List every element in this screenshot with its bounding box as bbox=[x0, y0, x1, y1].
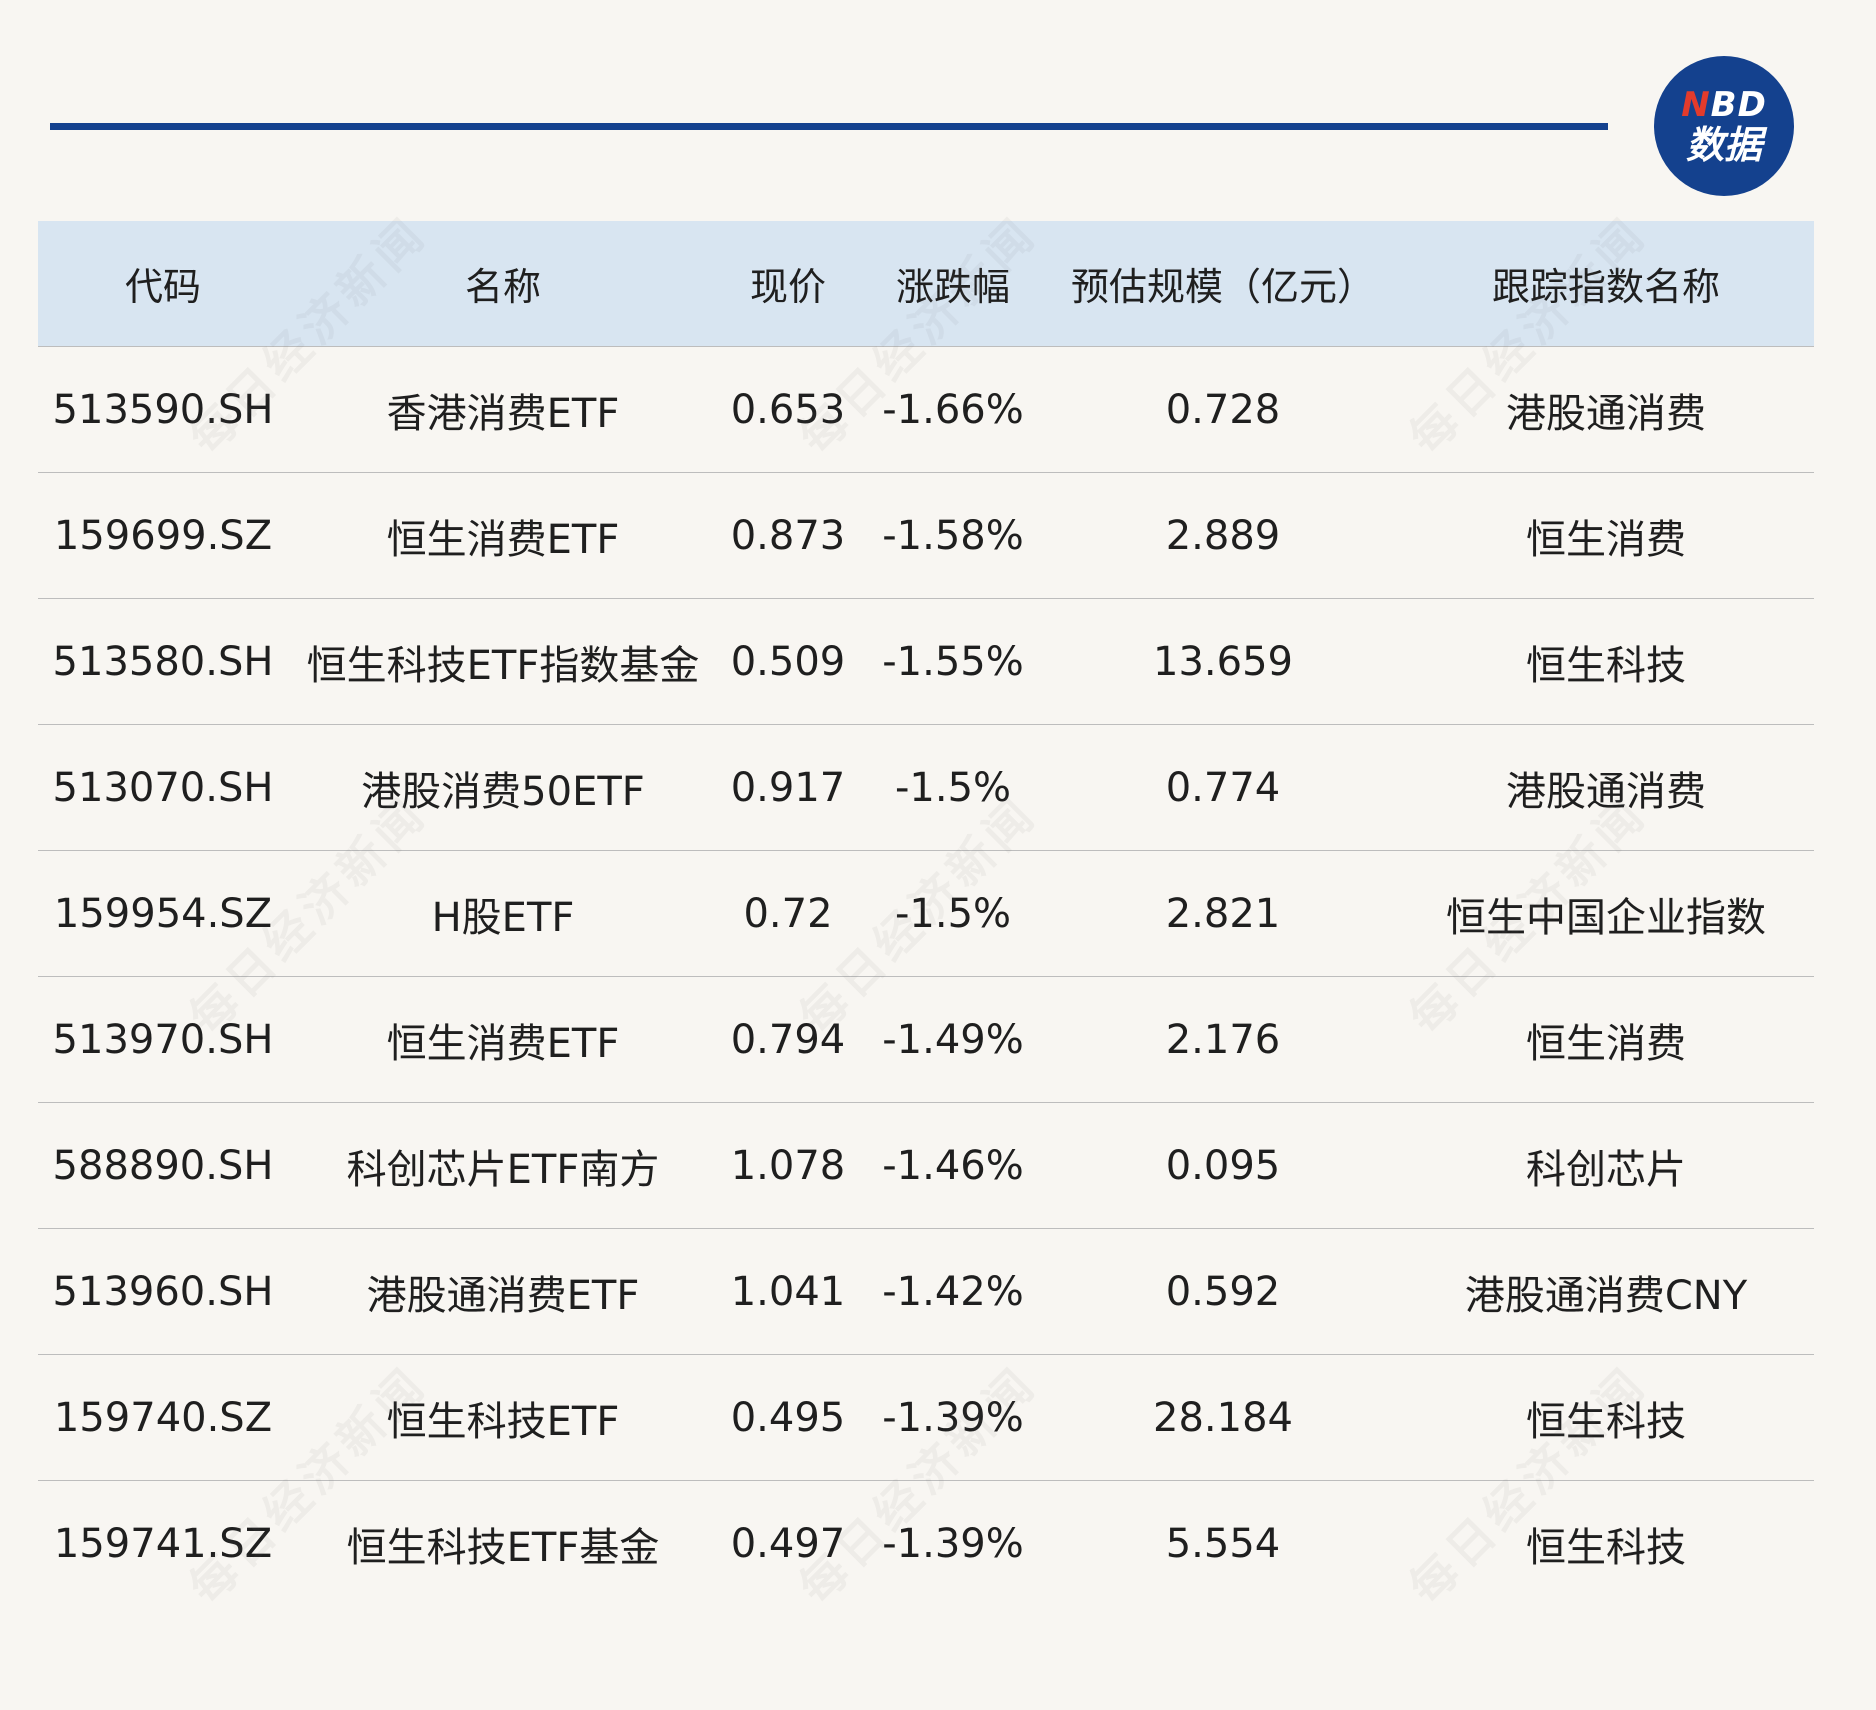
cell-name: 恒生消费ETF bbox=[288, 472, 718, 599]
cell-price: 0.653 bbox=[718, 346, 858, 473]
cell-code: 159699.SZ bbox=[38, 472, 288, 599]
cell-change: -1.39% bbox=[858, 1354, 1048, 1481]
cell-index: 恒生消费 bbox=[1398, 472, 1814, 599]
cell-code: 513970.SH bbox=[38, 976, 288, 1103]
table-row: 159740.SZ 恒生科技ETF 0.495 -1.39% 28.184 恒生科技 bbox=[38, 1354, 1814, 1481]
table-row: 513960.SH 港股通消费ETF 1.041 -1.42% 0.592 港股通消费CN… bbox=[38, 1228, 1814, 1355]
cell-name: 香港消费ETF bbox=[288, 346, 718, 473]
cell-code: 513580.SH bbox=[38, 598, 288, 725]
cell-scale: 2.176 bbox=[1048, 976, 1398, 1103]
cell-name: 恒生消费ETF bbox=[288, 976, 718, 1103]
cell-scale: 0.774 bbox=[1048, 724, 1398, 851]
table-row: 159741.SZ 恒生科技ETF基金 0.497 -1.39% 5.554 恒生科技 bbox=[38, 1480, 1814, 1606]
table-row: 513580.SH 恒生科技ETF指数基金 0.509 -1.55% 13.659 恒生科… bbox=[38, 598, 1814, 725]
cell-index: 港股通消费 bbox=[1398, 346, 1814, 473]
cell-change: -1.58% bbox=[858, 472, 1048, 599]
cell-price: 0.497 bbox=[718, 1480, 858, 1606]
cell-code: 513960.SH bbox=[38, 1228, 288, 1355]
cell-code: 588890.SH bbox=[38, 1102, 288, 1229]
cell-scale: 0.728 bbox=[1048, 346, 1398, 473]
table-header-row: 代码 名称 现价 涨跌幅 预估规模（亿元） 跟踪指数名称 bbox=[38, 221, 1814, 347]
cell-code: 513590.SH bbox=[38, 346, 288, 473]
table-row: 588890.SH 科创芯片ETF南方 1.078 -1.46% 0.095 科创芯片 bbox=[38, 1102, 1814, 1229]
table-row: 159954.SZ H股ETF 0.72 -1.5% 2.821 恒生中国企业指数 bbox=[38, 850, 1814, 977]
cell-index: 恒生中国企业指数 bbox=[1398, 850, 1814, 977]
cell-index: 科创芯片 bbox=[1398, 1102, 1814, 1229]
cell-index: 恒生消费 bbox=[1398, 976, 1814, 1103]
cell-code: 513070.SH bbox=[38, 724, 288, 851]
cell-index: 恒生科技 bbox=[1398, 1480, 1814, 1606]
cell-code: 159740.SZ bbox=[38, 1354, 288, 1481]
cell-change: -1.66% bbox=[858, 346, 1048, 473]
cell-scale: 0.592 bbox=[1048, 1228, 1398, 1355]
cell-name: 港股通消费ETF bbox=[288, 1228, 718, 1355]
cell-scale: 0.095 bbox=[1048, 1102, 1398, 1229]
logo-subtitle: 数据 bbox=[1685, 123, 1762, 167]
cell-scale: 5.554 bbox=[1048, 1480, 1398, 1606]
cell-name: 恒生科技ETF基金 bbox=[288, 1480, 718, 1606]
cell-scale: 28.184 bbox=[1048, 1354, 1398, 1481]
cell-name: 科创芯片ETF南方 bbox=[288, 1102, 718, 1229]
header-name: 名称 bbox=[288, 221, 718, 347]
cell-scale: 13.659 bbox=[1048, 598, 1398, 725]
cell-change: -1.46% bbox=[858, 1102, 1048, 1229]
cell-name: 港股消费50ETF bbox=[288, 724, 718, 851]
header-index: 跟踪指数名称 bbox=[1398, 221, 1814, 347]
cell-price: 1.041 bbox=[718, 1228, 858, 1355]
cell-code: 159741.SZ bbox=[38, 1480, 288, 1606]
cell-price: 0.495 bbox=[718, 1354, 858, 1481]
cell-price: 0.509 bbox=[718, 598, 858, 725]
cell-price: 1.078 bbox=[718, 1102, 858, 1229]
cell-scale: 2.821 bbox=[1048, 850, 1398, 977]
cell-change: -1.42% bbox=[858, 1228, 1048, 1355]
logo-accent: N bbox=[1681, 85, 1711, 125]
cell-change: -1.5% bbox=[858, 724, 1048, 851]
cell-change: -1.5% bbox=[858, 850, 1048, 977]
header-price: 现价 bbox=[718, 221, 858, 347]
cell-change: -1.39% bbox=[858, 1480, 1048, 1606]
cell-price: 0.794 bbox=[718, 976, 858, 1103]
header-scale: 预估规模（亿元） bbox=[1048, 221, 1398, 347]
cell-price: 0.873 bbox=[718, 472, 858, 599]
logo-letters: BD bbox=[1710, 85, 1767, 125]
nbd-data-logo: NBD 数据 bbox=[1654, 56, 1794, 196]
table-row: 159699.SZ 恒生消费ETF 0.873 -1.58% 2.889 恒生消费 bbox=[38, 472, 1814, 599]
cell-index: 港股通消费CNY bbox=[1398, 1228, 1814, 1355]
cell-name: H股ETF bbox=[288, 850, 718, 977]
cell-index: 恒生科技 bbox=[1398, 598, 1814, 725]
cell-index: 港股通消费 bbox=[1398, 724, 1814, 851]
table-row: 513590.SH 香港消费ETF 0.653 -1.66% 0.728 港股通消费 bbox=[38, 346, 1814, 473]
table-row: 513970.SH 恒生消费ETF 0.794 -1.49% 2.176 恒生消费 bbox=[38, 976, 1814, 1103]
cell-price: 0.917 bbox=[718, 724, 858, 851]
header-code: 代码 bbox=[38, 221, 288, 347]
top-rule bbox=[50, 123, 1608, 130]
cell-change: -1.49% bbox=[858, 976, 1048, 1103]
cell-name: 恒生科技ETF指数基金 bbox=[288, 598, 718, 725]
cell-name: 恒生科技ETF bbox=[288, 1354, 718, 1481]
header-change: 涨跌幅 bbox=[858, 221, 1048, 347]
cell-code: 159954.SZ bbox=[38, 850, 288, 977]
etf-table: 代码 名称 现价 涨跌幅 预估规模（亿元） 跟踪指数名称 513590.SH 香港… bbox=[38, 221, 1814, 1606]
cell-price: 0.72 bbox=[718, 850, 858, 977]
cell-index: 恒生科技 bbox=[1398, 1354, 1814, 1481]
cell-change: -1.55% bbox=[858, 598, 1048, 725]
cell-scale: 2.889 bbox=[1048, 472, 1398, 599]
table-row: 513070.SH 港股消费50ETF 0.917 -1.5% 0.774 港股通消费 bbox=[38, 724, 1814, 851]
